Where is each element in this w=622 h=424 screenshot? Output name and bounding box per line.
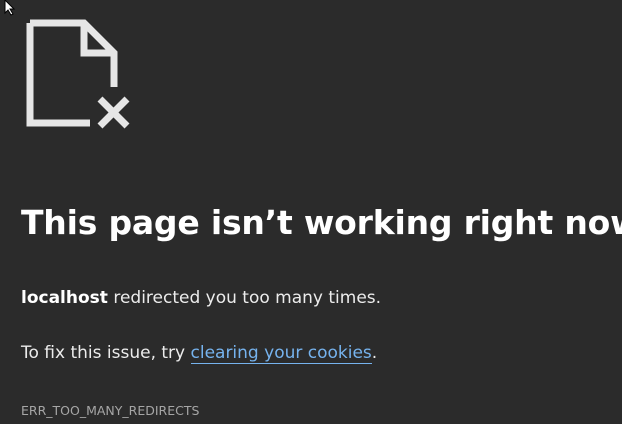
fix-suggestion-suffix: .: [371, 343, 378, 363]
fix-suggestion: To fix this issue, try clearing your coo…: [21, 339, 377, 367]
error-code: ERR_TOO_MANY_REDIRECTS: [21, 403, 200, 418]
page-title: This page isn’t working right now: [21, 203, 622, 242]
error-message: localhost redirected you too many times.: [21, 284, 381, 312]
mouse-cursor-icon: [4, 0, 18, 16]
broken-document-icon: [26, 19, 132, 131]
clear-cookies-link[interactable]: clearing your cookies: [190, 343, 372, 364]
error-message-text: redirected you too many times.: [107, 288, 382, 308]
fix-suggestion-prefix: To fix this issue, try: [21, 343, 191, 363]
host-name: localhost: [21, 288, 108, 308]
